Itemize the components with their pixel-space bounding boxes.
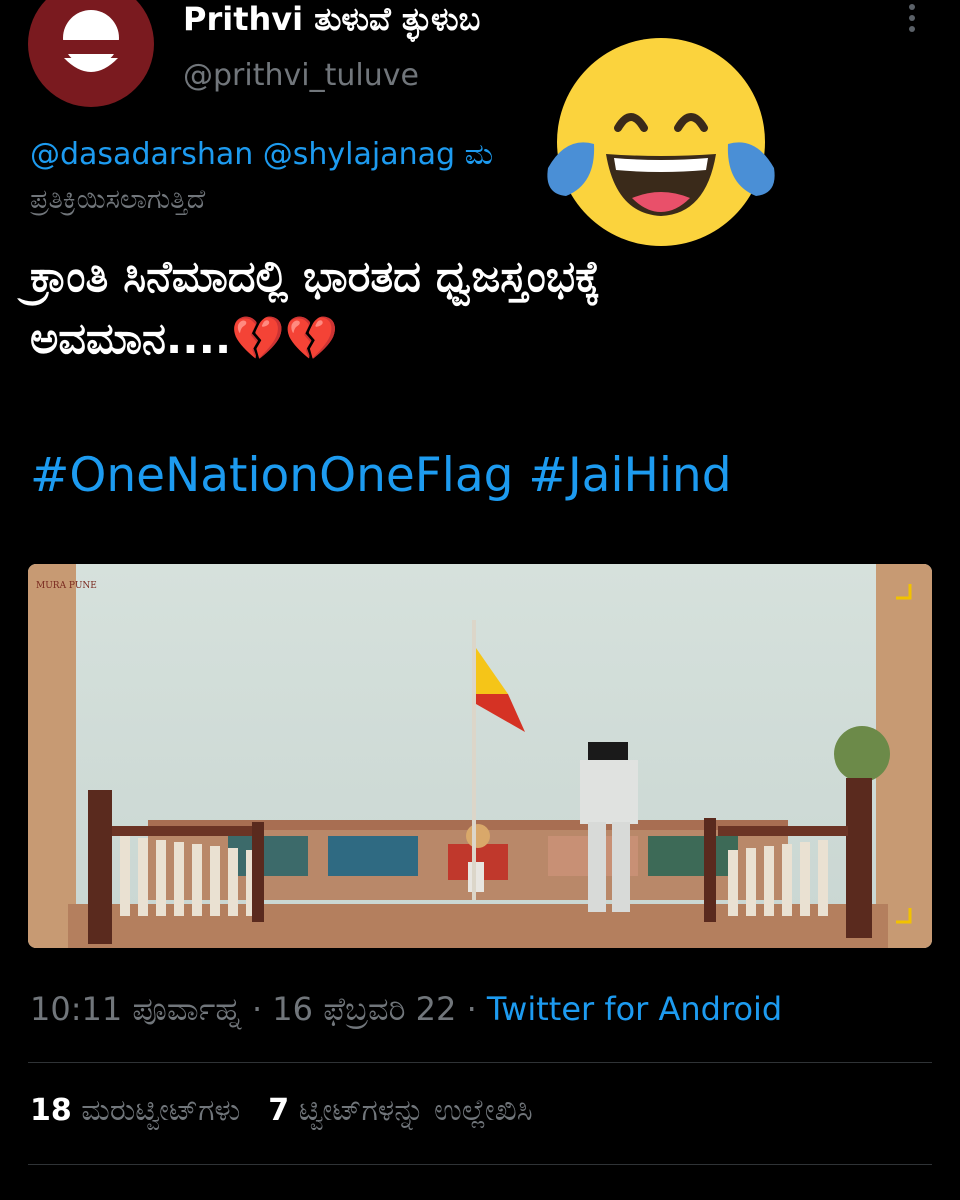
reply-mentions[interactable]: @dasadarshan @shylajanag [30, 137, 455, 172]
retweets-label: ಮರುಟ್ವೀಟ್‌ಗಳು [81, 1093, 241, 1128]
retweets-count: 18 [30, 1093, 72, 1128]
more-options-icon[interactable] [900, 4, 924, 38]
tweet-timestamp[interactable]: 10:11 ಪೂರ್ವಾಹ್ನ · 16 ಫೆಬ್ರವರಿ 22 · Twitt… [30, 990, 782, 1029]
display-name[interactable]: Prithvi ತುಳುವೆ ತ್ಳುಳುಬ [183, 0, 480, 39]
quotes-label: ಟ್ವೀಟ್‌ಗಳನ್ನು ಉಲ್ಲೇಖಿಸಿ [298, 1093, 533, 1128]
divider [28, 1062, 932, 1063]
user-handle[interactable]: @prithvi_tuluve [183, 58, 419, 93]
tweet-stats: 18 ಮರುಟ್ವೀಟ್‌ಗಳು 7 ಟ್ವೀಟ್‌ಗಳನ್ನು ಉಲ್ಲೇಖಿಸ… [30, 1093, 533, 1128]
tears-of-joy-emoji-icon [536, 36, 786, 252]
divider [28, 1164, 932, 1165]
tweet-date: 16 ಫೆಬ್ರವರಿ 22 [272, 990, 457, 1028]
reply-to-mentions[interactable]: @dasadarshan @shylajanag ಮ [30, 137, 493, 172]
broken-heart-icon: 💔💔 [231, 314, 339, 364]
tweet-media-image[interactable]: MURA PUNE [28, 564, 932, 948]
media-watermark: MURA PUNE [36, 581, 97, 591]
tweet-text-line-2: ಅವಮಾನ....💔💔 [30, 308, 910, 370]
tweet-text-line-1: ಕ್ರಾಂತಿ ಸಿನೆಮಾದಲ್ಲಿ ಭಾರತದ ಧ್ವಜಸ್ತಂಭಕ್ಕೆ [30, 252, 601, 302]
tweet-text: ಕ್ರಾಂತಿ ಸಿನೆಮಾದಲ್ಲಿ ಭಾರತದ ಧ್ವಜಸ್ತಂಭಕ್ಕೆ … [30, 246, 910, 370]
reply-mentions-tail: ಮ [464, 137, 494, 172]
retweets-stat[interactable]: 18 ಮರುಟ್ವೀಟ್‌ಗಳು [30, 1093, 240, 1128]
meta-separator: · [466, 990, 477, 1028]
quotes-stat[interactable]: 7 ಟ್ವೀಟ್‌ಗಳನ್ನು ಉಲ್ಲೇಖಿಸಿ [268, 1093, 532, 1128]
quotes-count: 7 [268, 1093, 290, 1128]
reply-context-text: ಪ್ರತಿಕ್ರಿಯಿಸಲಾಗುತ್ತಿದೆ [30, 184, 206, 215]
tweet-time: 10:11 ಪೂರ್ವಾಹ್ನ [30, 990, 242, 1028]
meta-separator: · [251, 990, 263, 1028]
avatar[interactable] [28, 0, 154, 107]
tweet-client-link[interactable]: Twitter for Android [487, 990, 782, 1028]
hashtags[interactable]: #OneNationOneFlag #JaiHind [30, 448, 732, 503]
tweet-text-line-2-text: ಅವಮಾನ.... [30, 314, 232, 364]
